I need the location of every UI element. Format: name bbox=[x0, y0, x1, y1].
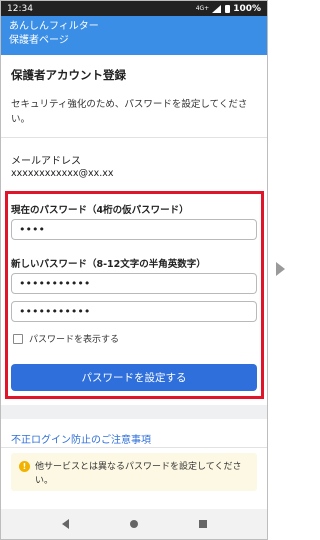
new-password-label: 新しいパスワード（8-12文字の半角英数字） bbox=[11, 259, 206, 270]
exclamation-circle-icon: ! bbox=[19, 461, 30, 472]
notice-title[interactable]: 不正ログイン防止のご注意事項 bbox=[11, 431, 151, 446]
current-password-label: 現在のパスワード（4桁の仮パスワード） bbox=[11, 205, 189, 216]
divider bbox=[1, 137, 267, 138]
show-password-row[interactable]: パスワードを表示する bbox=[13, 332, 119, 345]
status-bar: 12:34 4G+ 100% bbox=[1, 1, 267, 16]
show-password-label[interactable]: パスワードを表示する bbox=[29, 332, 119, 345]
new-password-input[interactable] bbox=[11, 273, 257, 294]
email-value: xxxxxxxxxxxx@xx.xx bbox=[11, 168, 114, 179]
network-label: 4G+ bbox=[195, 5, 210, 12]
navigation-bar bbox=[1, 509, 267, 539]
set-password-button[interactable]: パスワードを設定する bbox=[11, 364, 257, 391]
battery-icon bbox=[225, 4, 231, 13]
signal-icon bbox=[212, 4, 222, 13]
app-title: あんしんフィルター bbox=[9, 21, 99, 32]
recent-apps-icon[interactable] bbox=[198, 520, 207, 528]
status-time: 12:34 bbox=[7, 3, 33, 14]
app-subtitle: 保護者ページ bbox=[9, 35, 69, 46]
section-separator bbox=[1, 405, 267, 419]
phone-screen: 12:34 4G+ 100% あんしんフィルター 保護者ページ 保護者アカウント… bbox=[0, 0, 268, 540]
current-password-input[interactable] bbox=[11, 219, 257, 240]
page-description: セキュリティ強化のため、パスワードを設定してください。 bbox=[11, 99, 248, 125]
back-icon[interactable] bbox=[61, 519, 69, 529]
show-password-checkbox[interactable] bbox=[13, 333, 23, 344]
new-password-confirm-input[interactable] bbox=[11, 301, 257, 322]
status-indicators: 4G+ 100% bbox=[196, 4, 261, 14]
page-title: 保護者アカウント登録 bbox=[11, 68, 126, 82]
home-icon[interactable] bbox=[129, 520, 138, 528]
app-header: あんしんフィルター 保護者ページ bbox=[1, 16, 267, 55]
warning-text: 他サービスとは異なるパスワードを設定してください。 bbox=[35, 462, 242, 486]
divider bbox=[1, 447, 267, 448]
battery-percent: 100% bbox=[233, 3, 261, 14]
email-label: メールアドレス bbox=[11, 156, 81, 167]
chevron-right-icon bbox=[276, 262, 285, 276]
warning-box: ! 他サービスとは異なるパスワードを設定してください。 bbox=[11, 453, 257, 491]
